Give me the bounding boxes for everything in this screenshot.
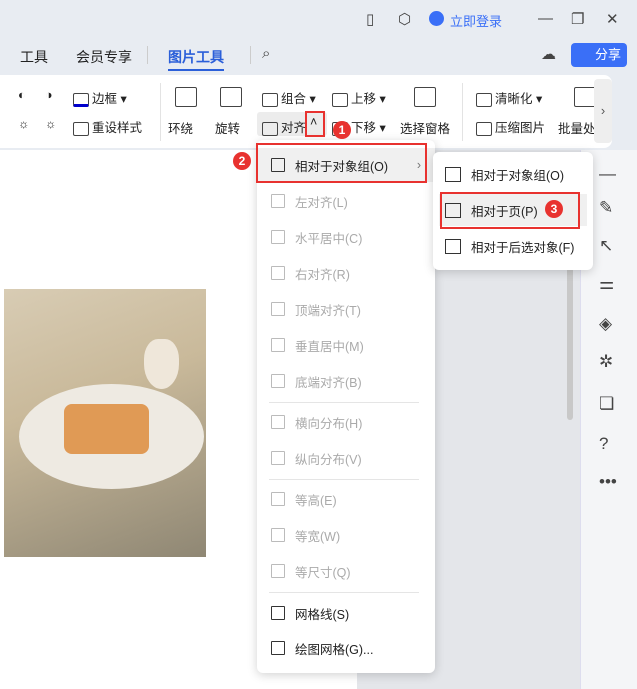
cloud-icon[interactable]: ☁ [541, 45, 556, 63]
brightness-up-icon[interactable]: ◐ [18, 88, 26, 102]
submenu-item-relative-to-last-selected[interactable]: 相对于后选对象(F) [439, 230, 587, 262]
minus-icon[interactable]: — [599, 164, 616, 184]
align-label[interactable]: 对齐 [262, 117, 306, 136]
tab-picture-tools[interactable]: 图片工具 [168, 47, 224, 71]
distribute-h-icon [271, 415, 285, 429]
help-icon[interactable]: ? [599, 434, 608, 454]
tab-tools[interactable]: 工具 [20, 47, 48, 67]
align-menu: 相对于对象组(O) › 左对齐(L) 水平居中(C) 右对齐(R) 顶端对齐(T)… [257, 140, 435, 673]
cursor-icon[interactable]: ↖ [599, 236, 613, 256]
same-size-icon [271, 564, 285, 578]
scrollbar[interactable] [567, 260, 573, 420]
tab-member[interactable]: 会员专享 [76, 47, 132, 67]
align-bottom-icon [271, 374, 285, 388]
menu-item-gridlines[interactable]: 网格线(S) [257, 596, 435, 630]
wrap-button[interactable]: 环绕 [168, 118, 193, 137]
divider [462, 83, 463, 141]
menu-divider [269, 479, 419, 480]
brightness-down-icon[interactable]: ◑ [45, 88, 53, 102]
menu-item-same-width[interactable]: 等宽(W) [257, 518, 435, 552]
drawing-grid-icon [271, 641, 285, 655]
wrap-icon [175, 87, 197, 107]
highlight-box-1 [305, 111, 325, 137]
share-button[interactable]: 分享 [571, 43, 627, 67]
menu-item-align-right[interactable]: 右对齐(R) [257, 256, 435, 290]
align-top-icon [271, 302, 285, 316]
book-icon[interactable]: ❏ [599, 394, 614, 414]
avatar-icon [429, 11, 444, 26]
border-button[interactable]: 边框 ▾ [73, 88, 127, 107]
distribute-v-icon [271, 451, 285, 465]
center-h-icon [271, 230, 285, 244]
minimize-icon[interactable]: — [538, 10, 553, 27]
compress-button[interactable]: 压缩图片 [476, 117, 545, 136]
cube-icon[interactable]: ⬡ [398, 10, 411, 28]
same-width-icon [271, 528, 285, 542]
selection-pane-button[interactable]: 选择窗格 [400, 118, 450, 137]
highlight-box-2 [256, 143, 427, 183]
same-height-icon [271, 492, 285, 506]
shape-icon[interactable]: ◈ [599, 314, 612, 334]
reset-style-button[interactable]: 重设样式 [73, 117, 142, 136]
group-icon [445, 166, 461, 182]
step-badge-2: 2 [233, 152, 251, 170]
contrast-down-icon[interactable]: ☼ [45, 117, 56, 131]
sharpen-button[interactable]: 清晰化 ▾ [476, 88, 542, 107]
menu-item-center-horizontal[interactable]: 水平居中(C) [257, 220, 435, 254]
menu-item-distribute-v[interactable]: 纵向分布(V) [257, 441, 435, 475]
last-selected-icon [445, 238, 461, 254]
rotate-icon [220, 87, 242, 107]
menu-item-distribute-h[interactable]: 横向分布(H) [257, 405, 435, 439]
maximize-icon[interactable]: ❐ [571, 10, 584, 28]
bring-forward-button[interactable]: 上移 ▾ [332, 88, 386, 107]
rotate-button[interactable]: 旋转 [215, 118, 240, 137]
contrast-up-icon[interactable]: ☼ [18, 117, 29, 131]
menu-item-same-height[interactable]: 等高(E) [257, 482, 435, 516]
batch-button[interactable]: 批量处 [558, 118, 596, 137]
grid-icon [271, 606, 285, 620]
group-button[interactable]: 组合 ▾ [262, 88, 316, 107]
login-link[interactable]: 立即登录 [450, 11, 502, 30]
phone-icon[interactable]: ▯ [366, 10, 374, 28]
menu-divider [269, 402, 419, 403]
menu-divider [269, 592, 419, 593]
batch-icon [574, 87, 596, 107]
sliders-icon[interactable]: ⚌ [599, 274, 614, 294]
pen-icon[interactable]: ✎ [599, 198, 613, 218]
center-v-icon [271, 338, 285, 352]
step-badge-1: 1 [333, 121, 351, 139]
close-icon[interactable]: ✕ [606, 10, 619, 28]
menu-item-align-bottom[interactable]: 底端对齐(B) [257, 364, 435, 398]
menu-item-drawing-grid[interactable]: 绘图网格(G)... [257, 631, 435, 665]
menu-item-align-top[interactable]: 顶端对齐(T) [257, 292, 435, 326]
align-right-icon [271, 266, 285, 280]
selection-pane-icon [414, 87, 436, 107]
align-left-icon [271, 194, 285, 208]
tools-icon[interactable]: ✲ [599, 352, 613, 372]
food-image[interactable] [4, 289, 206, 557]
menu-item-same-size[interactable]: 等尺寸(Q) [257, 554, 435, 588]
menu-item-align-left[interactable]: 左对齐(L) [257, 184, 435, 218]
divider [147, 46, 148, 64]
more-icon[interactable]: ••• [599, 472, 617, 492]
divider [250, 46, 251, 64]
menu-item-center-vertical[interactable]: 垂直居中(M) [257, 328, 435, 362]
ribbon-scroll-right[interactable]: › [594, 79, 612, 143]
divider [160, 83, 161, 141]
search-icon[interactable]: ⌕ [262, 45, 270, 62]
submenu-item-relative-to-group[interactable]: 相对于对象组(O) [439, 158, 587, 190]
step-badge-3: 3 [545, 200, 563, 218]
